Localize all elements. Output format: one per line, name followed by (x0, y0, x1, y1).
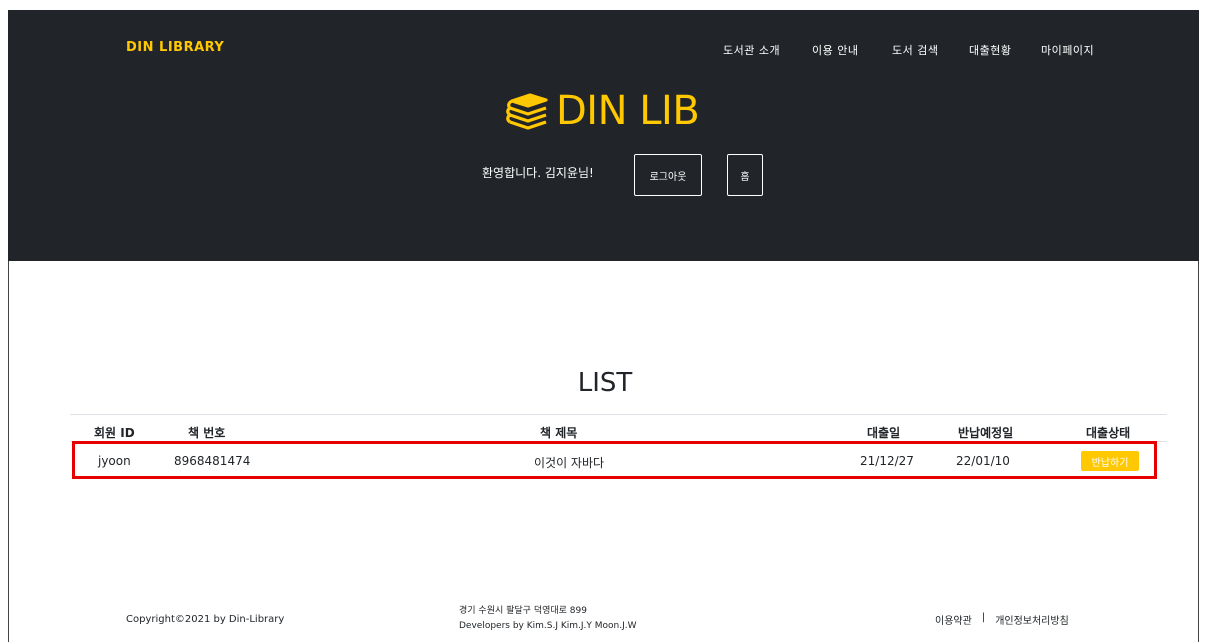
footer-links: 이용약관 | 개인정보처리방침 (935, 612, 1069, 627)
footer-copyright: Copyright©2021 by Din-Library (126, 614, 285, 625)
page-title: LIST (577, 368, 633, 398)
nav-item-guide[interactable]: 이용 안내 (812, 42, 858, 58)
footer-developers: Developers by Kim.S.J Kim.J.Y Moon.J.W (459, 621, 637, 631)
column-header-due-date: 반납예정일 (958, 426, 1014, 440)
column-header-book-title: 책 제목 (540, 426, 578, 440)
row-highlight-box (72, 441, 1157, 479)
footer-link-terms[interactable]: 이용약관 (935, 612, 972, 627)
column-header-book-no: 책 번호 (188, 426, 226, 440)
logo-title: DIN LIB (556, 88, 700, 134)
site-logo: DIN LIB (506, 86, 700, 136)
nav-item-loans[interactable]: 대출현황 (969, 42, 1011, 58)
footer-address: 경기 수원시 팔달구 덕영대로 899 (459, 606, 587, 616)
home-button[interactable]: 홈 (727, 154, 763, 196)
nav-item-search[interactable]: 도서 검색 (892, 42, 938, 58)
nav-item-about[interactable]: 도서관 소개 (723, 42, 780, 58)
brand-logo-text[interactable]: DIN LIBRARY (126, 40, 224, 55)
footer-info: 경기 수원시 팔달구 덕영대로 899 Developers by Kim.S.… (459, 604, 637, 634)
column-header-member-id: 회원 ID (94, 426, 135, 440)
footer-link-separator: | (981, 612, 986, 623)
column-header-loan-date: 대출일 (867, 426, 901, 440)
footer-link-privacy[interactable]: 개인정보처리방침 (995, 612, 1069, 627)
welcome-message: 환영합니다. 김지윤님! (482, 166, 594, 180)
logout-button[interactable]: 로그아웃 (634, 154, 702, 196)
nav-item-mypage[interactable]: 마이페이지 (1041, 42, 1094, 58)
column-header-status: 대출상태 (1086, 426, 1131, 440)
table-top-divider (70, 414, 1167, 415)
books-icon (506, 93, 548, 130)
